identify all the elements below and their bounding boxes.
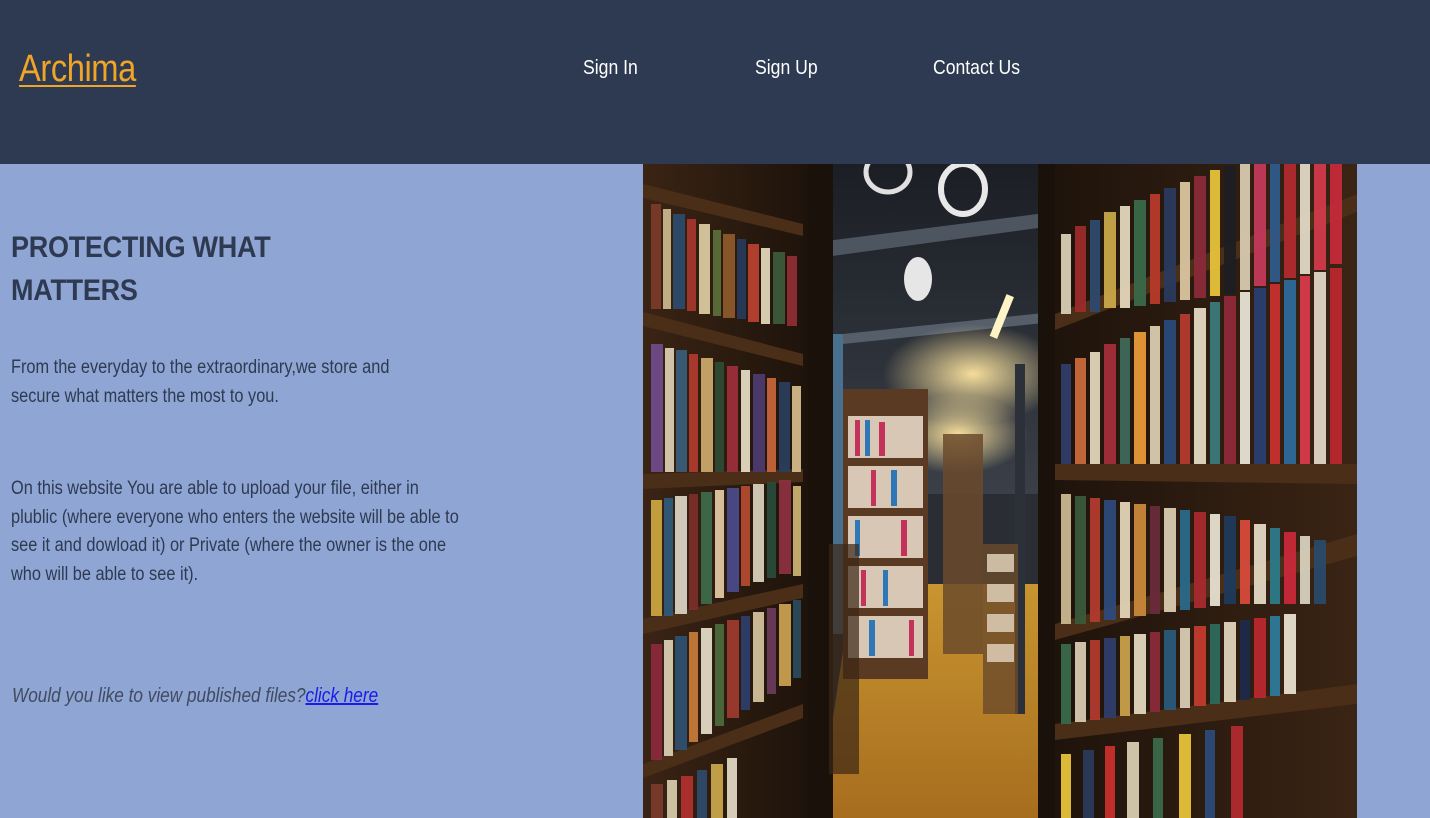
nav-sign-up-link[interactable]: Sign Up: [755, 57, 818, 80]
bookstore-photo: [643, 164, 1357, 818]
hero-intro-paragraph: From the everyday to the extraordinary,w…: [11, 357, 390, 407]
nav-contact-us-link[interactable]: Contact Us: [933, 57, 1020, 80]
hero-headline: PROTECTING WHAT MATTERS: [11, 231, 271, 307]
hero-text-panel: PROTECTING WHAT MATTERS From the everyda…: [0, 164, 643, 818]
top-navigation-bar: Archima Sign In Sign Up Contact Us: [0, 0, 1430, 164]
published-files-prompt: Would you like to view published files?c…: [12, 685, 378, 708]
brand-logo-link[interactable]: Archima: [19, 48, 136, 91]
hero-description-paragraph: On this website You are able to upload y…: [11, 478, 459, 585]
nav-sign-in-link[interactable]: Sign In: [583, 57, 638, 80]
published-files-link[interactable]: click here: [306, 685, 379, 707]
published-files-question: Would you like to view published files?: [12, 685, 306, 707]
